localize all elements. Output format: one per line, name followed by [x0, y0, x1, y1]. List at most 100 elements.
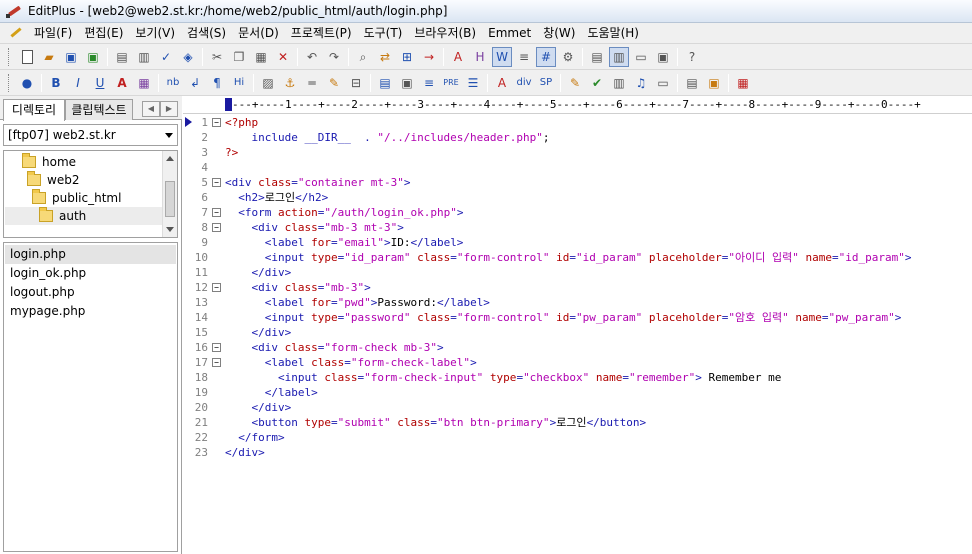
drive-select[interactable]: [ftp07] web2.st.kr: [3, 124, 178, 146]
palette-icon[interactable]: ▦: [733, 73, 753, 93]
find-in-files-icon[interactable]: ⊞: [397, 47, 417, 67]
menu-document[interactable]: 문서(D): [232, 23, 285, 44]
underline-icon[interactable]: U: [90, 73, 110, 93]
fold-toggle-icon[interactable]: −: [212, 178, 221, 187]
div-icon[interactable]: div: [514, 73, 534, 93]
code-line[interactable]: 11 </div>: [183, 265, 972, 280]
color-picker-icon[interactable]: ▦: [134, 73, 154, 93]
menu-view[interactable]: 보기(V): [129, 23, 181, 44]
menu-tools[interactable]: 도구(T): [358, 23, 409, 44]
word-wrap-icon[interactable]: W: [492, 46, 512, 67]
copy-icon[interactable]: ❐: [229, 47, 249, 67]
code-editor[interactable]: ---+----1----+----2----+----3----+----4-…: [183, 96, 972, 554]
code-line[interactable]: 18 <input class="form-check-input" type=…: [183, 370, 972, 385]
file-item-logout[interactable]: logout.php: [10, 283, 75, 302]
form-icon[interactable]: ▤: [375, 73, 395, 93]
toolbar-grip[interactable]: [8, 47, 11, 66]
code-line[interactable]: 6 <h2>로그인</h2>: [183, 190, 972, 205]
print-icon[interactable]: ▥: [134, 47, 154, 67]
code-line[interactable]: 9 <label for="email">ID:</label>: [183, 235, 972, 250]
code-line[interactable]: 22 </form>: [183, 430, 972, 445]
menu-emmet[interactable]: Emmet: [482, 23, 537, 44]
tab-scroll-right-icon[interactable]: ▶: [160, 101, 178, 117]
hex-icon[interactable]: H: [470, 47, 490, 67]
toolbar-grip[interactable]: [8, 73, 11, 92]
menu-help[interactable]: 도움말(H): [581, 23, 645, 44]
edit-icon[interactable]: ✎: [565, 73, 585, 93]
code-line[interactable]: 21 <button type="submit" class="btn btn-…: [183, 415, 972, 430]
file-item-login-ok[interactable]: login_ok.php: [10, 264, 86, 283]
save-all-icon[interactable]: ▣: [83, 47, 103, 67]
replace-icon[interactable]: ⇄: [375, 47, 395, 67]
template-icon[interactable]: ▣: [704, 73, 724, 93]
menu-window[interactable]: 창(W): [537, 23, 581, 44]
browser-preview-icon[interactable]: ◈: [178, 47, 198, 67]
directory-icon[interactable]: ▥: [609, 46, 629, 67]
help-icon[interactable]: ?: [682, 47, 702, 67]
window-icon[interactable]: ▣: [653, 47, 673, 67]
directory-scrollbar[interactable]: [162, 151, 177, 237]
dir-item-public-html[interactable]: public_html: [32, 189, 121, 207]
browser-icon[interactable]: ●: [17, 73, 37, 93]
goto-icon[interactable]: →: [419, 47, 439, 67]
menu-edit[interactable]: 편집(E): [78, 23, 129, 44]
undo-icon[interactable]: ↶: [302, 47, 322, 67]
menu-browser[interactable]: 브라우저(B): [408, 23, 482, 44]
list-icon[interactable]: ☰: [463, 73, 483, 93]
ruler-icon[interactable]: #: [536, 46, 556, 67]
find-icon[interactable]: ⌕: [353, 47, 373, 67]
redo-icon[interactable]: ↷: [324, 47, 344, 67]
cliptext-icon[interactable]: ▤: [587, 47, 607, 67]
code-line[interactable]: 1− <?php: [183, 115, 972, 130]
bold-icon[interactable]: B: [46, 73, 66, 93]
tab-directory[interactable]: 디렉토리: [3, 99, 65, 121]
code-line[interactable]: 13 <label for="pwd">Password:</label>: [183, 295, 972, 310]
cut-icon[interactable]: ✂: [207, 47, 227, 67]
font-size-icon[interactable]: A: [448, 47, 468, 67]
output-icon[interactable]: ▭: [631, 47, 651, 67]
print-preview-icon[interactable]: ▤: [112, 47, 132, 67]
code-line[interactable]: 7− <form action="/auth/login_ok.php">: [183, 205, 972, 220]
menu-file[interactable]: 파일(F): [28, 23, 78, 44]
fold-toggle-icon[interactable]: −: [212, 343, 221, 352]
code-line[interactable]: 15 </div>: [183, 325, 972, 340]
code-line[interactable]: 17− <label class="form-check-label">: [183, 355, 972, 370]
menu-search[interactable]: 검색(S): [181, 23, 232, 44]
dir-item-home[interactable]: home: [22, 153, 76, 171]
image-icon[interactable]: ▨: [258, 73, 278, 93]
center-icon[interactable]: ≡: [419, 73, 439, 93]
open-folder-icon[interactable]: ▰: [39, 47, 59, 67]
scroll-up-icon[interactable]: [166, 156, 174, 161]
dir-item-auth[interactable]: auth: [5, 207, 163, 225]
heading-icon[interactable]: Hi: [229, 73, 249, 93]
paragraph-icon[interactable]: ¶: [207, 73, 227, 93]
music-icon[interactable]: ♫: [631, 73, 651, 93]
film-icon[interactable]: ▥: [609, 73, 629, 93]
anchor-icon[interactable]: ⚓: [280, 73, 300, 93]
italic-icon[interactable]: I: [68, 73, 88, 93]
file-item-mypage[interactable]: mypage.php: [10, 302, 85, 321]
delete-icon[interactable]: ✕: [273, 47, 293, 67]
code-line[interactable]: 16− <div class="form-check mb-3">: [183, 340, 972, 355]
nbsp-icon[interactable]: nb: [163, 73, 183, 93]
text-icon[interactable]: A: [492, 73, 512, 93]
layout-icon[interactable]: ▤: [682, 73, 702, 93]
comment-icon[interactable]: ✎: [324, 73, 344, 93]
frame-icon[interactable]: ▭: [653, 73, 673, 93]
hr-icon[interactable]: ═: [302, 73, 322, 93]
code-line[interactable]: 12− <div class="mb-3">: [183, 280, 972, 295]
code-line[interactable]: 8− <div class="mb-3 mt-3">: [183, 220, 972, 235]
code-line[interactable]: 19 </label>: [183, 385, 972, 400]
dir-item-web2[interactable]: web2: [27, 171, 79, 189]
font-color-icon[interactable]: A: [112, 73, 132, 93]
span-icon[interactable]: SP: [536, 73, 556, 93]
table-icon[interactable]: ⊟: [346, 73, 366, 93]
code-line[interactable]: 3 ?>: [183, 145, 972, 160]
object-icon[interactable]: ▣: [397, 73, 417, 93]
file-item-login[interactable]: login.php: [5, 245, 176, 264]
check-icon[interactable]: ✔: [587, 73, 607, 93]
new-file-icon[interactable]: [17, 47, 37, 67]
code-line[interactable]: 4: [183, 160, 972, 175]
fold-toggle-icon[interactable]: −: [212, 283, 221, 292]
fold-toggle-icon[interactable]: −: [212, 358, 221, 367]
